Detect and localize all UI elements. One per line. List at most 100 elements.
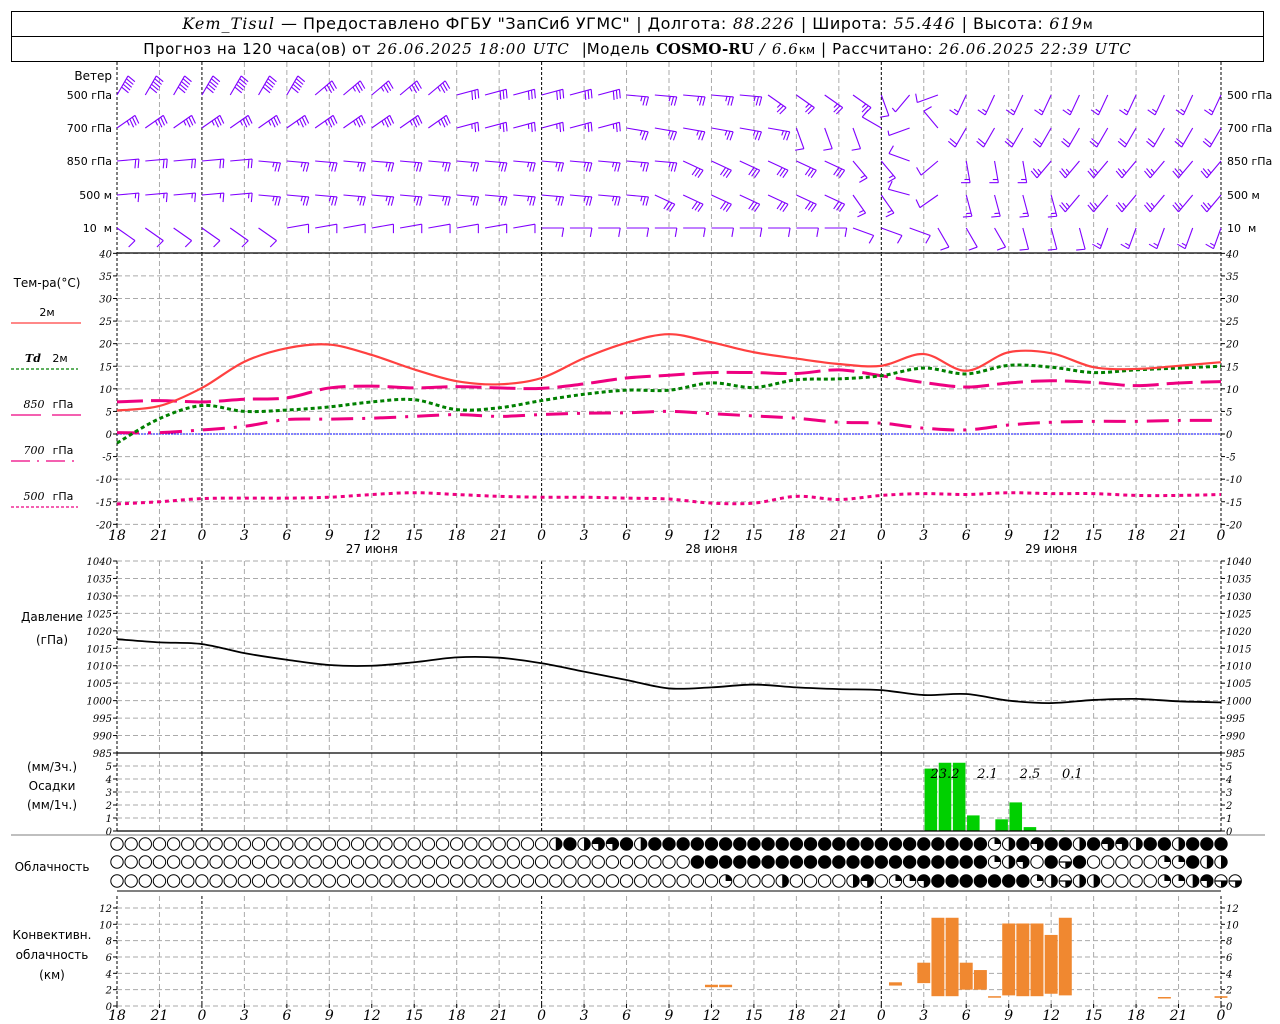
- time-axis-label: 21: [489, 528, 508, 544]
- cloud-cover-symbol: [294, 837, 308, 851]
- wind-barb: [1119, 94, 1137, 116]
- wind-barb: [881, 227, 903, 244]
- cloud-circle: [888, 837, 903, 851]
- wind-barb-feather: [134, 115, 140, 124]
- wind-barb: [484, 194, 508, 206]
- cloud-cover-symbol: [350, 837, 365, 851]
- cloud-cover-symbol: [492, 855, 506, 869]
- cloud-cover-symbol: [591, 855, 605, 869]
- temperature-tick-label-right: 30: [1226, 295, 1239, 306]
- cloud-circle: [718, 837, 733, 851]
- wind-barb: [887, 127, 910, 137]
- wind-barb-half-feather: [1179, 202, 1184, 208]
- wind-barb-half-feather: [357, 196, 360, 202]
- cloud-cover-symbol: [181, 855, 195, 869]
- wind-barb-feather: [302, 162, 307, 172]
- wind-barb-staff: [229, 227, 249, 242]
- wind-barb-half-feather: [781, 130, 784, 136]
- cloud-circle: [1115, 855, 1129, 869]
- wind-level-label: 500 гПа: [67, 89, 112, 102]
- cloud-cover-symbol: [1129, 855, 1143, 869]
- wind-barb-staff: [965, 227, 978, 248]
- time-axis-label: 9: [1004, 1008, 1013, 1024]
- wind-barb-half-feather: [328, 162, 332, 168]
- cloud-cover-symbol: [1072, 837, 1087, 851]
- convective-bar: [1002, 923, 1016, 996]
- wind-barb-half-feather: [725, 96, 728, 102]
- wind-barb: [852, 227, 875, 244]
- cloud-cover-symbol: [690, 874, 705, 888]
- cloud-circle: [605, 874, 620, 888]
- wind-barb: [1147, 94, 1165, 116]
- cloud-cover-symbol: [1185, 874, 1200, 888]
- wind-barb-half-feather: [696, 130, 700, 136]
- wind-barb-feather: [191, 115, 196, 124]
- convective-bar: [1044, 934, 1058, 994]
- cloud-circle: [1072, 855, 1087, 869]
- wind-barb: [711, 194, 732, 212]
- time-axis-label: 3: [919, 1008, 928, 1024]
- wind-barb-staff: [888, 152, 910, 162]
- cloud-quarter-fill: [1037, 874, 1044, 881]
- wind-barb-feather: [445, 115, 451, 124]
- wind-barb: [654, 227, 678, 237]
- day-label: 28 июня: [685, 542, 737, 556]
- cloud-cover-symbol: [1016, 874, 1030, 888]
- wind-barb: [916, 160, 939, 176]
- wind-barb-feather: [915, 199, 921, 208]
- wind-barb-half-feather: [357, 162, 360, 168]
- cloud-cover-symbol: [294, 874, 308, 888]
- wind-barb: [1019, 194, 1030, 218]
- wind-barb-half-feather: [498, 162, 502, 168]
- cloud-cover-symbol: [393, 874, 407, 888]
- cloud-circle: [1086, 837, 1101, 851]
- cloud-circle: [280, 855, 294, 869]
- cloud-cover-symbol: [393, 837, 407, 851]
- wind-barb-feather: [502, 90, 505, 100]
- cloud-cover-symbol: [704, 855, 719, 869]
- cloud-circle: [803, 874, 818, 888]
- cloud-circle: [591, 874, 605, 888]
- wind-barb: [314, 80, 337, 96]
- wind-barb-half-feather: [1153, 242, 1159, 247]
- wind-barb-staff: [824, 127, 833, 149]
- time-axis-label: 15: [1085, 528, 1103, 544]
- cloud-cover-symbol: [223, 855, 237, 869]
- cloud-circle: [874, 855, 889, 869]
- cloud-cover-symbol: [846, 874, 860, 888]
- cloud-cover-symbol: [1200, 874, 1214, 888]
- pressure-tick-label-right: 990: [1226, 732, 1246, 743]
- cloud-circle: [577, 874, 591, 888]
- precip-tick-label: 3: [106, 788, 112, 799]
- wind-level-label-right: 500 гПа: [1227, 89, 1272, 102]
- wind-barb-feather: [641, 131, 646, 140]
- wind-barb: [598, 121, 621, 133]
- wind-barb: [915, 93, 939, 104]
- wind-barb: [513, 223, 536, 234]
- cloud-cover-symbol: [1129, 837, 1143, 851]
- cloud-circle: [577, 855, 591, 869]
- cloud-cover-symbol: [917, 855, 931, 869]
- wind-barb-feather: [673, 96, 678, 106]
- wind-barb: [598, 88, 621, 100]
- cloud-cover-symbol: [181, 874, 195, 888]
- cloud-cover-symbol: [1001, 874, 1016, 888]
- cloud-circle: [959, 874, 973, 888]
- wind-barb: [976, 127, 996, 148]
- cloud-circle: [365, 837, 379, 851]
- time-axis-label: 9: [665, 528, 674, 544]
- cloud-cover-symbol: [138, 837, 153, 851]
- cloud-circle: [138, 874, 153, 888]
- wind-barb-feather: [444, 196, 448, 206]
- wind-barb: [824, 94, 844, 115]
- wind-barb-feather: [617, 196, 621, 206]
- wind-barb: [1200, 194, 1222, 213]
- cloud-circle: [379, 855, 393, 869]
- wind-barb-half-feather: [555, 196, 558, 202]
- cloud-circle: [761, 837, 775, 851]
- wind-barb: [989, 160, 999, 184]
- wind-barb: [286, 194, 310, 206]
- precip-3h-label: 2.5: [1019, 767, 1041, 782]
- wind-barb: [1146, 127, 1165, 148]
- wind-barb: [880, 194, 895, 218]
